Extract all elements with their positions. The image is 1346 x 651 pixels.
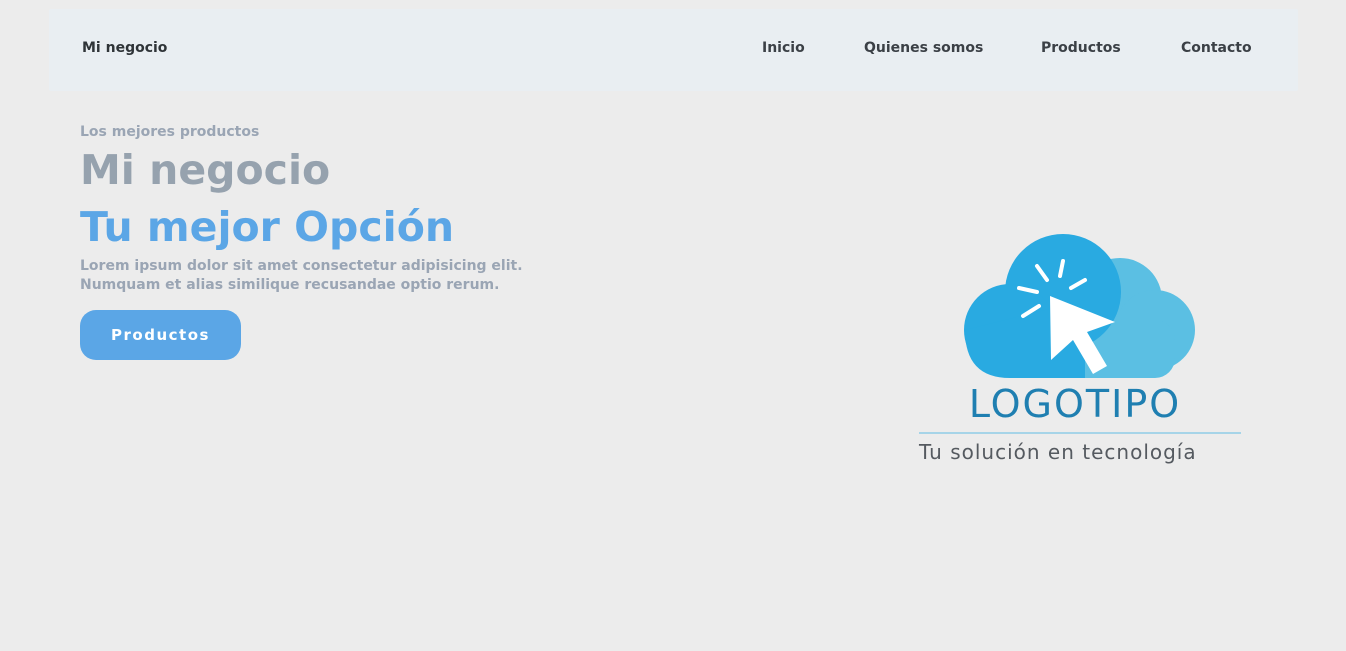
cloud-cursor-icon <box>964 234 1195 378</box>
nav-link-inicio[interactable]: Inicio <box>762 40 805 56</box>
logo-divider <box>919 432 1241 434</box>
hero-title-line-2: Tu mejor Opción <box>80 203 455 251</box>
nav-link-productos[interactable]: Productos <box>1041 40 1121 56</box>
hero-title-line-1: Mi negocio <box>80 146 331 194</box>
company-logo: LOGOTIPO Tu solución en tecnología <box>915 230 1245 470</box>
productos-button[interactable]: Productos <box>80 310 241 360</box>
hero-description: Lorem ipsum dolor sit amet consectetur a… <box>80 257 540 295</box>
hero-eyebrow: Los mejores productos <box>80 124 260 140</box>
top-navbar: Mi negocio Inicio Quienes somos Producto… <box>49 9 1298 91</box>
logo-wordmark: LOGOTIPO <box>968 382 1182 426</box>
brand-link[interactable]: Mi negocio <box>82 40 167 56</box>
logo-tagline: Tu solución en tecnología <box>919 440 1197 464</box>
nav-link-quienes-somos[interactable]: Quienes somos <box>864 40 983 56</box>
hero-description-line-1: Lorem ipsum dolor sit amet consectetur a… <box>80 258 523 274</box>
nav-link-contacto[interactable]: Contacto <box>1181 40 1252 56</box>
hero-description-line-2: Numquam et alias similique recusandae op… <box>80 277 500 293</box>
